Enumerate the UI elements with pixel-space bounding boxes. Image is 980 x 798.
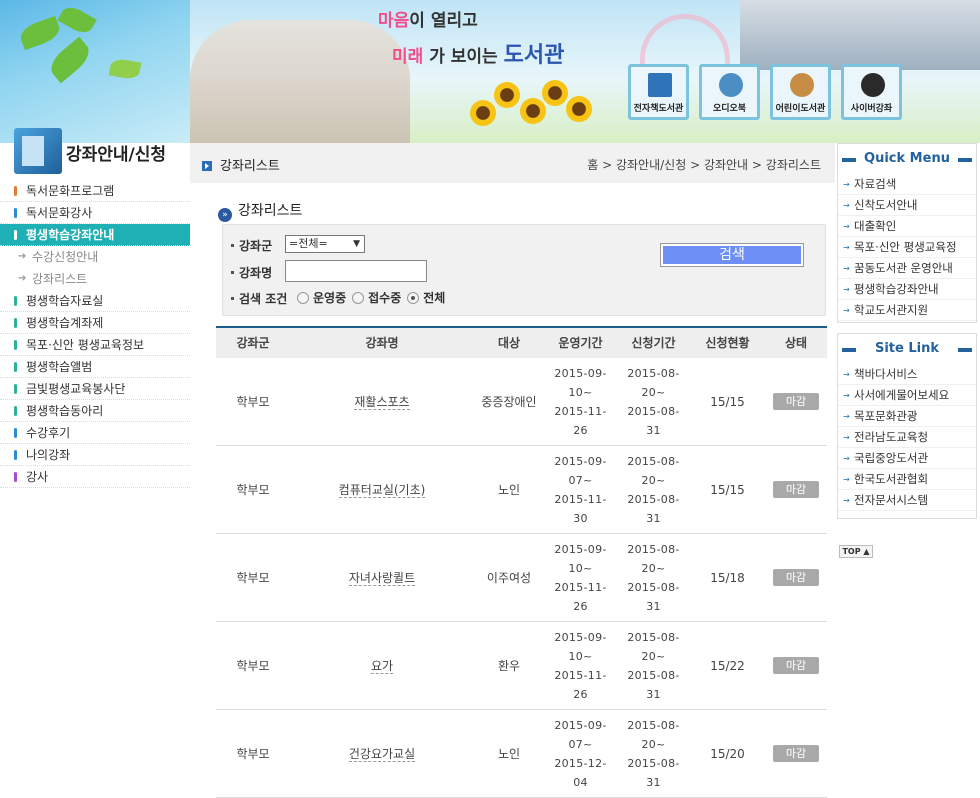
sidebar-item-reviews[interactable]: 수강후기	[0, 422, 190, 444]
course-name-row: 강좌명	[231, 264, 272, 281]
quick-menu-item[interactable]: 신착도서안내	[838, 195, 976, 216]
book-icon	[14, 128, 62, 174]
status-closed-button[interactable]: 마감	[773, 393, 819, 410]
site-link-item[interactable]: 전자문서시스템	[838, 490, 976, 511]
sidebar-item-resources[interactable]: 평생학습자료실	[0, 290, 190, 312]
search-condition-radios: 운영중 접수중 전체	[297, 289, 445, 306]
table-row: 학부모 요가 환우 2015-09- 10~ 2015-11- 26 2015-…	[216, 622, 827, 710]
course-name-link[interactable]: 재활스포츠	[290, 393, 474, 410]
arrow-circle-icon: »	[218, 208, 232, 222]
search-form: 강좌군 =전체= ▼ 강좌명 검색 조건 운영중 접수중 전체 검색	[222, 224, 826, 316]
course-name-link[interactable]: 자녀사랑퀼트	[290, 569, 474, 586]
course-name-input[interactable]	[285, 260, 427, 282]
site-link-item[interactable]: 국립중앙도서관	[838, 448, 976, 469]
site-link-item[interactable]: 전라남도교육청	[838, 427, 976, 448]
status-closed-button[interactable]: 마감	[773, 481, 819, 498]
course-group-row: 강좌군	[231, 237, 272, 254]
quick-menu-item[interactable]: 자료검색	[838, 174, 976, 195]
course-table: 강좌군 강좌명 대상 운영기간 신청기간 신청현황 상태 학부모 재활스포츠 중…	[216, 326, 827, 798]
sunflowers-decoration	[470, 80, 600, 143]
section-title: » 강좌리스트	[218, 200, 302, 222]
status-closed-button[interactable]: 마감	[773, 569, 819, 586]
course-name-link[interactable]: 컴퓨터교실(기초)	[290, 481, 474, 498]
sidebar-subitem-course-list[interactable]: ➔ 강좌리스트	[0, 268, 190, 290]
library-building-photo	[740, 0, 980, 70]
breadcrumb-bar: 강좌리스트 홈 > 강좌안내/신청 > 강좌안내 > 강좌리스트	[190, 143, 835, 183]
sidebar-item-volunteer[interactable]: 금빛평생교육봉사단	[0, 378, 190, 400]
quick-menu: Quick Menu 자료검색 신착도서안내 대출확인 목포·신안 평생교육정 …	[837, 143, 977, 323]
search-condition-row: 검색 조건	[231, 290, 287, 307]
table-row: 학부모 컴퓨터교실(기초) 노인 2015-09- 07~ 2015-11- 3…	[216, 446, 827, 534]
status-closed-button[interactable]: 마감	[773, 657, 819, 674]
table-header: 강좌군 강좌명 대상 운영기간 신청기간 신청현황 상태	[216, 326, 827, 358]
audiobook-button[interactable]: 오디오북	[699, 64, 760, 120]
sidebar-item-album[interactable]: 평생학습앨범	[0, 356, 190, 378]
quick-menu-item[interactable]: 목포·신안 평생교육정	[838, 237, 976, 258]
status-closed-button[interactable]: 마감	[773, 745, 819, 762]
site-link: Site Link 책바다서비스 사서에게물어보세요 목포문화관광 전라남도교육…	[837, 333, 977, 519]
audio-cd-icon	[719, 73, 743, 97]
sidebar-item-learning-account[interactable]: 평생학습계좌제	[0, 312, 190, 334]
quick-menu-item[interactable]: 학교도서관지원	[838, 300, 976, 321]
scroll-top-button[interactable]: TOP ▲	[839, 545, 873, 558]
sidebar-title: 강좌안내/신청	[0, 124, 190, 180]
sidebar-subitem-apply-guide[interactable]: ➔ 수강신청안내	[0, 246, 190, 268]
sidebar-item-reading-program[interactable]: 독서문화프로그램	[0, 180, 190, 202]
site-link-title: Site Link	[838, 334, 976, 364]
sidebar-menu: 독서문화프로그램 독서문화강사 평생학습강좌안내 ➔ 수강신청안내 ➔ 강좌리스트 …	[0, 180, 190, 488]
right-column: Quick Menu 자료검색 신착도서안내 대출확인 목포·신안 평생교육정 …	[837, 143, 977, 519]
children-library-button[interactable]: 어린이도서관	[770, 64, 831, 120]
table-row: 학부모 재활스포츠 중증장애인 2015-09- 10~ 2015-11- 26…	[216, 358, 827, 446]
sidebar-item-instructor[interactable]: 강사	[0, 466, 190, 488]
quick-menu-item[interactable]: 대출확인	[838, 216, 976, 237]
left-sidebar: 강좌안내/신청 독서문화프로그램 독서문화강사 평생학습강좌안내 ➔ 수강신청안내…	[0, 124, 190, 488]
site-link-item[interactable]: 사서에게물어보세요	[838, 385, 976, 406]
header-leaf-decoration	[0, 0, 190, 143]
search-button[interactable]: 검색	[660, 243, 804, 267]
site-link-item[interactable]: 책바다서비스	[838, 364, 976, 385]
egg-icon	[790, 73, 814, 97]
header-people-photo	[190, 20, 410, 143]
monitor-icon	[648, 73, 672, 97]
headset-icon	[861, 73, 885, 97]
site-link-item[interactable]: 한국도서관협회	[838, 469, 976, 490]
sidebar-item-club[interactable]: 평생학습동아리	[0, 400, 190, 422]
course-name-link[interactable]: 건강요가교실	[290, 745, 474, 762]
radio-accepting[interactable]: 접수중	[352, 289, 401, 306]
table-row: 학부모 건강요가교실 노인 2015-09- 07~ 2015-12- 04 2…	[216, 710, 827, 798]
site-header: 마음이 열리고 미래 가 보이는 도서관 전자책도서관 오디오북 어린이도서관 …	[0, 0, 980, 143]
cyber-course-button[interactable]: 사이버강좌	[841, 64, 902, 120]
site-link-item[interactable]: 목포문화관광	[838, 406, 976, 427]
table-row: 학부모 자녀사랑퀼트 이주여성 2015-09- 10~ 2015-11- 26…	[216, 534, 827, 622]
sidebar-item-reading-lecturer[interactable]: 독서문화강사	[0, 202, 190, 224]
course-group-select[interactable]: =전체= ▼	[285, 235, 365, 253]
page-title: 강좌리스트	[202, 155, 280, 174]
header-quick-icons: 전자책도서관 오디오북 어린이도서관 사이버강좌	[628, 64, 902, 120]
course-name-link[interactable]: 요가	[290, 657, 474, 674]
quick-menu-item[interactable]: 꿈동도서관 운영안내	[838, 258, 976, 279]
sidebar-item-my-courses[interactable]: 나의강좌	[0, 444, 190, 466]
sidebar-item-course-guide[interactable]: 평생학습강좌안내	[0, 224, 190, 246]
chevron-down-icon: ▼	[353, 239, 360, 249]
radio-operating[interactable]: 운영중	[297, 289, 346, 306]
quick-menu-item[interactable]: 평생학습강좌안내	[838, 279, 976, 300]
radio-all[interactable]: 전체	[407, 289, 445, 306]
breadcrumb[interactable]: 홈 > 강좌안내/신청 > 강좌안내 > 강좌리스트	[587, 156, 821, 173]
header-slogan: 마음이 열리고 미래 가 보이는 도서관	[378, 11, 565, 68]
quick-menu-title: Quick Menu	[838, 144, 976, 174]
play-square-icon	[202, 161, 212, 171]
ebook-library-button[interactable]: 전자책도서관	[628, 64, 689, 120]
sidebar-item-edu-info[interactable]: 목포·신안 평생교육정보	[0, 334, 190, 356]
